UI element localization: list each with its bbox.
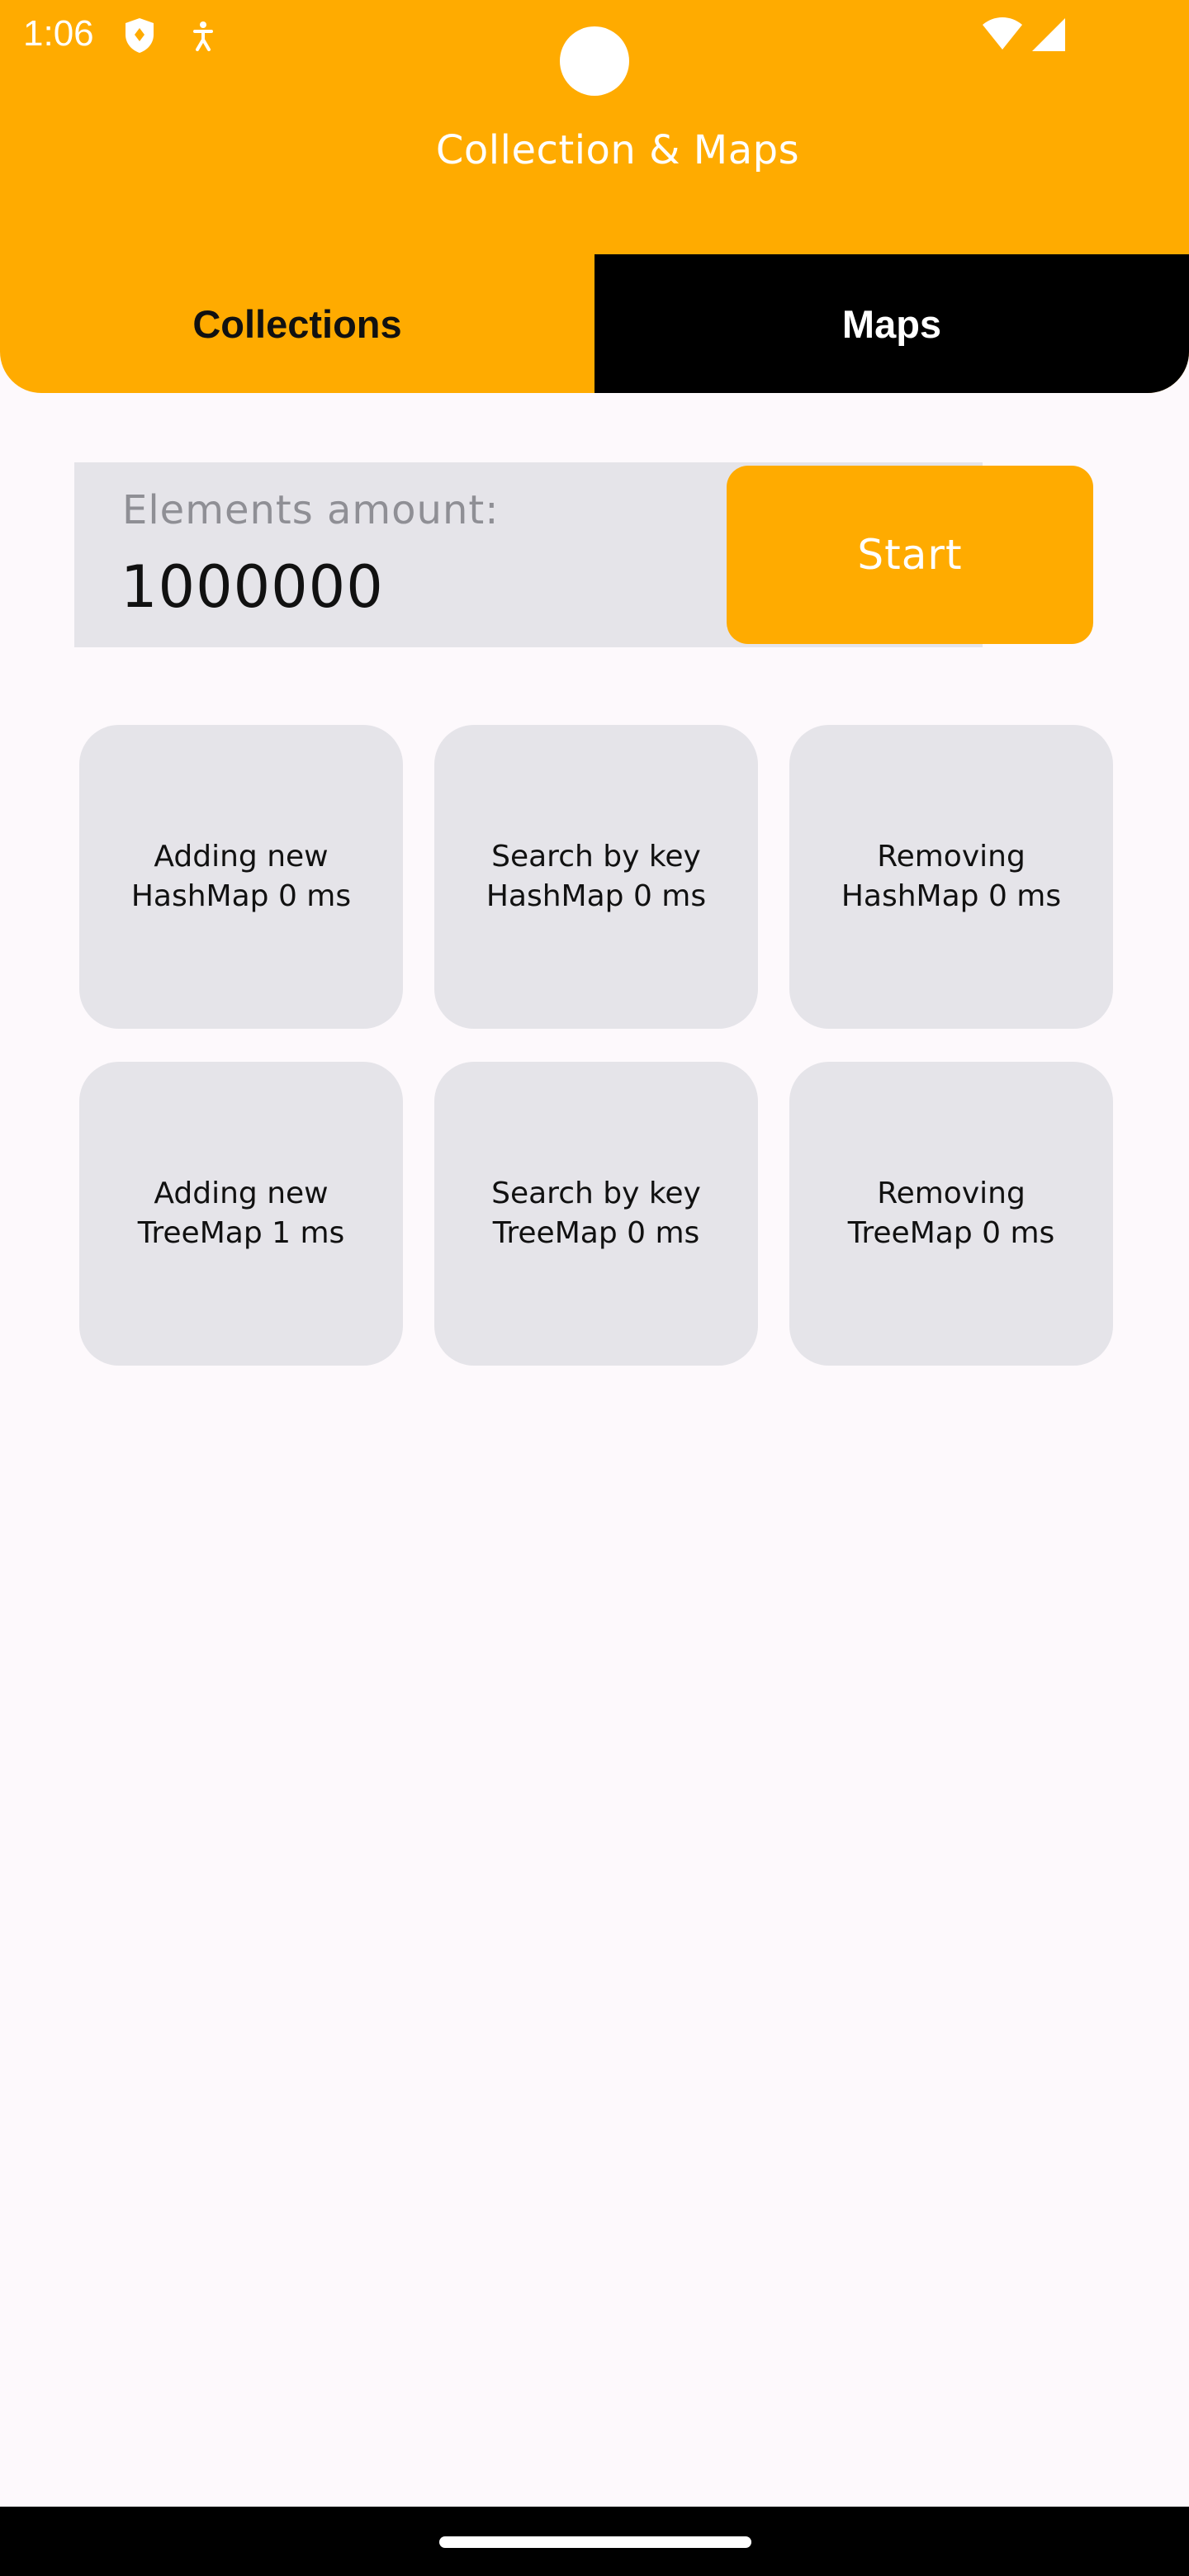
elements-amount-label: Elements amount: xyxy=(122,487,500,533)
home-gesture-handle[interactable] xyxy=(439,2536,751,2548)
result-operation: Removing xyxy=(877,840,1026,874)
system-nav-bar xyxy=(0,2507,1189,2576)
result-text: Removing HashMap 0 ms xyxy=(811,837,1092,916)
result-card-hashmap-remove: Removing HashMap 0 ms xyxy=(789,725,1113,1029)
camera-cutout xyxy=(560,26,629,96)
shield-icon xyxy=(126,18,154,53)
result-card-hashmap-add: Adding new HashMap 0 ms xyxy=(79,725,403,1029)
result-time: HashMap 0 ms xyxy=(130,879,352,913)
app-header: 1:06 Collection & Maps Collections Maps xyxy=(0,0,1189,393)
result-text: Adding new TreeMap 1 ms xyxy=(101,1174,381,1253)
result-card-treemap-add: Adding new TreeMap 1 ms xyxy=(79,1062,403,1366)
result-operation: Search by key xyxy=(491,840,701,874)
tab-maps-label: Maps xyxy=(841,301,942,346)
tab-collections[interactable]: Collections xyxy=(0,254,594,393)
result-text: Search by key HashMap 0 ms xyxy=(456,837,737,916)
wifi-icon xyxy=(983,17,1022,50)
result-card-treemap-remove: Removing TreeMap 0 ms xyxy=(789,1062,1113,1366)
tab-collections-label: Collections xyxy=(192,301,402,346)
result-time: HashMap 0 ms xyxy=(841,879,1062,913)
tab-maps[interactable]: Maps xyxy=(594,254,1189,393)
result-time: TreeMap 0 ms xyxy=(847,1216,1055,1250)
start-button[interactable]: Start xyxy=(727,466,1093,644)
accessibility-icon xyxy=(193,21,213,51)
result-time: TreeMap 0 ms xyxy=(492,1216,700,1250)
result-time: TreeMap 1 ms xyxy=(137,1216,345,1250)
result-card-treemap-search: Search by key TreeMap 0 ms xyxy=(434,1062,758,1366)
result-text: Search by key TreeMap 0 ms xyxy=(456,1174,737,1253)
result-card-hashmap-search: Search by key HashMap 0 ms xyxy=(434,725,758,1029)
result-text: Removing TreeMap 0 ms xyxy=(811,1174,1092,1253)
elements-amount-value[interactable]: 1000000 xyxy=(121,553,384,621)
status-time: 1:06 xyxy=(23,13,94,54)
signal-icon xyxy=(1032,18,1065,51)
start-button-label: Start xyxy=(857,531,963,579)
result-operation: Adding new xyxy=(154,1177,329,1210)
result-operation: Adding new xyxy=(154,840,329,874)
result-text: Adding new HashMap 0 ms xyxy=(101,837,381,916)
page-title: Collection & Maps xyxy=(435,127,800,173)
result-operation: Removing xyxy=(877,1177,1026,1210)
result-time: HashMap 0 ms xyxy=(486,879,707,913)
result-operation: Search by key xyxy=(491,1177,701,1210)
